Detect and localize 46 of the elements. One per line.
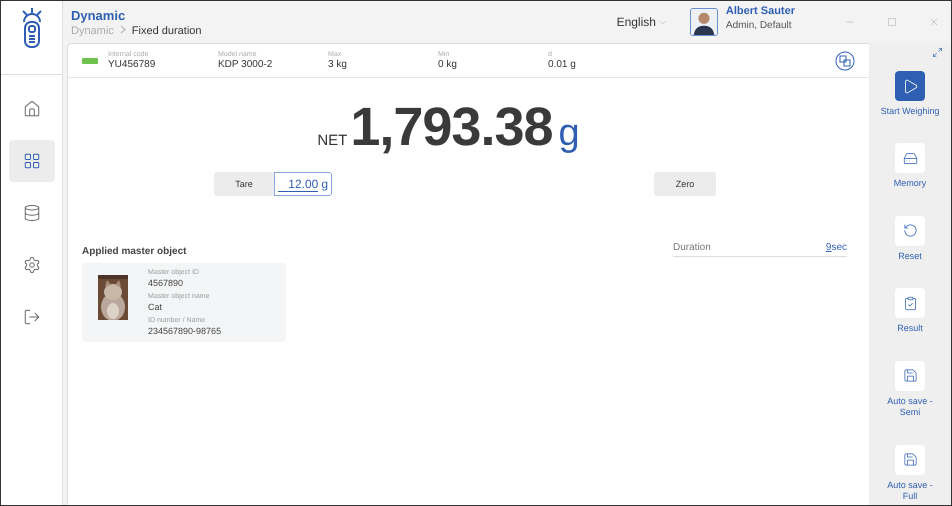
close-icon	[928, 16, 940, 28]
save-icon	[902, 368, 918, 383]
user-name: Albert Sauter	[726, 5, 795, 17]
user-role: Admin, Default	[726, 20, 793, 31]
logout-icon	[22, 308, 40, 326]
save-icon	[902, 452, 918, 468]
field-value: 4567890	[148, 278, 184, 288]
field-value: 234567890-98765	[148, 326, 222, 336]
tare-field[interactable]: 12.00 g	[274, 172, 332, 196]
language-dropdown[interactable]: English	[616, 15, 668, 29]
info-value: 0.01 g	[548, 59, 577, 70]
avatar-icon	[690, 8, 718, 36]
tare-button[interactable]: Tare	[214, 172, 274, 196]
action-button[interactable]: Start Weighing	[870, 71, 950, 118]
expand-icon[interactable]	[932, 47, 943, 58]
settings-icon	[22, 256, 40, 274]
action-button[interactable]: Result	[870, 288, 950, 335]
home-icon	[22, 100, 40, 118]
action-button[interactable]: Auto save - Semi	[870, 360, 950, 419]
weight-value: 1,793.38	[350, 96, 553, 158]
field-value: Cat	[148, 302, 164, 312]
action-button[interactable]: Reset	[870, 216, 950, 262]
clipboard-check-icon	[902, 296, 918, 311]
chevron-icon	[120, 24, 126, 34]
breadcrumb-item[interactable]: Fixed duration	[132, 24, 202, 36]
action-button[interactable]: Auto save - Full	[870, 444, 950, 503]
weight-unit: g	[558, 112, 580, 155]
reset-icon	[902, 223, 918, 238]
grid-icon	[22, 152, 40, 170]
net-label: NET	[317, 132, 348, 149]
storage-icon	[902, 150, 918, 166]
zero-button[interactable]: Zero	[654, 172, 716, 196]
info-value: KDP 3000-2	[218, 59, 274, 70]
section-title: Applied master object	[82, 246, 188, 257]
action-button[interactable]: Memory	[870, 143, 950, 190]
info-value: 0 kg	[438, 59, 458, 70]
swap-icon[interactable]	[835, 50, 855, 70]
duration-field[interactable]: Duration 9sec	[673, 242, 847, 257]
scale-icon	[82, 58, 98, 64]
app-title: Dynamic	[71, 8, 126, 22]
logo-icon	[20, 7, 44, 49]
nav-button[interactable]	[8, 140, 54, 182]
database-icon	[22, 204, 40, 222]
info-value: 3 kg	[328, 59, 348, 70]
info-value: YU456789	[108, 59, 156, 70]
maximize-icon	[887, 17, 897, 27]
